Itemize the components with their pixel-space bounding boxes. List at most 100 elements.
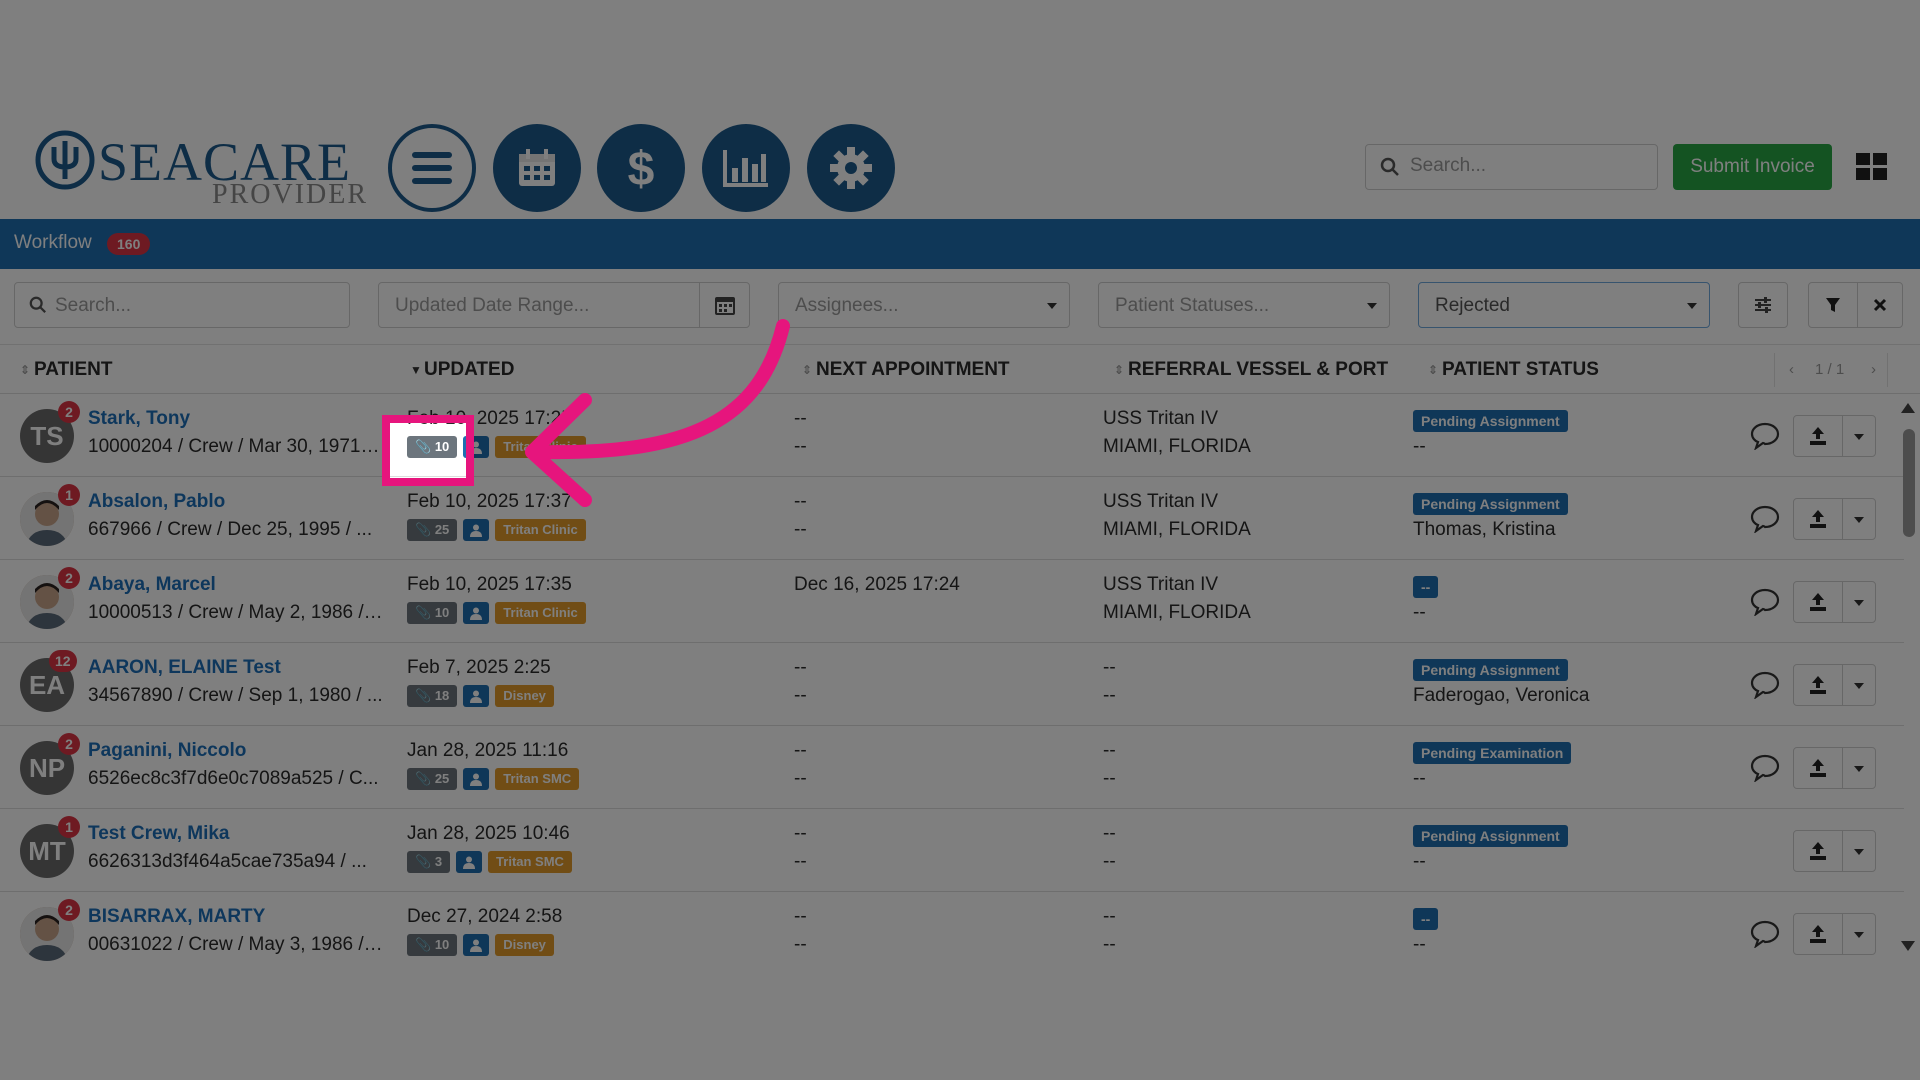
table-row[interactable]: 2 Abaya, Marcel 10000513 / Crew / May 2,… <box>0 560 1904 643</box>
attachments-badge[interactable]: 📎 25 <box>407 768 458 790</box>
prev-page-button[interactable]: ‹ <box>1789 361 1794 378</box>
column-header-updated[interactable]: ▼ UPDATED <box>410 359 514 381</box>
attachments-count: 10 <box>434 605 450 620</box>
chat-bubble-icon[interactable] <box>1750 669 1780 699</box>
table-row[interactable]: 2 BISARRAX, MARTY 00631022 / Crew / May … <box>0 892 1904 962</box>
date-picker-button[interactable] <box>699 282 750 328</box>
upload-button[interactable] <box>1793 415 1843 457</box>
row-actions-dropdown[interactable] <box>1842 747 1876 789</box>
attachments-count: 25 <box>434 522 450 537</box>
row-tags: 📎 18 Disney <box>407 685 554 707</box>
notification-count-badge: 12 <box>49 650 77 672</box>
chat-bubble-icon[interactable] <box>1750 752 1780 782</box>
table-row[interactable]: EA 12 AARON, ELAINE Test 34567890 / Crew… <box>0 643 1904 726</box>
patient-name-link[interactable]: Stark, Tony <box>88 408 190 430</box>
menu-icon <box>412 152 452 184</box>
row-actions-dropdown[interactable] <box>1842 498 1876 540</box>
table-row[interactable]: 1 Absalon, Pablo 667966 / Crew / Dec 25,… <box>0 477 1904 560</box>
table-row[interactable]: NP 2 Paganini, Niccolo 6526ec8c3f7d6e0c7… <box>0 726 1904 809</box>
assignee-badge[interactable] <box>463 934 490 956</box>
assignee-badge[interactable] <box>456 851 483 873</box>
menu-nav-button[interactable] <box>388 124 476 212</box>
patient-name-link[interactable]: Absalon, Pablo <box>88 491 225 513</box>
assignee-badge[interactable] <box>463 519 490 541</box>
table-row[interactable]: MT 1 Test Crew, Mika 6626313d3f464a5cae7… <box>0 809 1904 892</box>
next-appointment-line-2: -- <box>794 851 807 872</box>
attachments-count: 10 <box>434 439 450 454</box>
global-search-input[interactable] <box>1410 155 1640 177</box>
clear-filters-button[interactable] <box>1857 282 1903 328</box>
row-actions-dropdown[interactable] <box>1842 415 1876 457</box>
attachments-badge[interactable]: 📎 18 <box>407 685 458 707</box>
submit-invoice-button[interactable]: Submit Invoice <box>1673 144 1832 190</box>
global-search[interactable] <box>1365 144 1658 190</box>
row-tags: 📎 25 Tritan Clinic <box>407 519 586 541</box>
patient-details: 667966 / Crew / Dec 25, 1995 / ... <box>88 519 373 540</box>
reports-nav-button[interactable] <box>702 124 790 212</box>
table-row[interactable]: TS 2 Stark, Tony 10000204 / Crew / Mar 3… <box>0 394 1904 477</box>
seacare-logo[interactable]: SEACARE PROVIDER <box>34 129 366 211</box>
scroll-down-arrow[interactable] <box>1901 941 1915 951</box>
patient-name-link[interactable]: Paganini, Niccolo <box>88 740 246 762</box>
row-actions-dropdown[interactable] <box>1842 581 1876 623</box>
next-appointment-line-2: -- <box>794 934 807 955</box>
patient-name-link[interactable]: BISARRAX, MARTY <box>88 906 265 928</box>
attachments-badge[interactable]: 📎 10 <box>407 436 458 458</box>
assignee-badge[interactable] <box>463 436 490 458</box>
rejected-select[interactable]: Rejected <box>1418 282 1710 328</box>
assignees-select[interactable]: Assignees... <box>778 282 1070 328</box>
assignee-badge[interactable] <box>463 768 490 790</box>
patient-search-field[interactable]: Search... <box>14 282 350 328</box>
row-tags: 📎 10 Disney <box>407 934 554 956</box>
column-header-vessel-port[interactable]: ⇕ REFERRAL VESSEL & PORT <box>1114 359 1388 381</box>
upload-button[interactable] <box>1793 913 1843 955</box>
next-page-button[interactable]: › <box>1871 361 1876 378</box>
upload-button[interactable] <box>1793 498 1843 540</box>
chat-bubble-icon[interactable] <box>1750 586 1780 616</box>
column-header-patient[interactable]: ⇕ PATIENT <box>20 359 112 381</box>
rejected-value: Rejected <box>1435 295 1510 316</box>
assignee-badge[interactable] <box>463 602 490 624</box>
billing-nav-button[interactable]: $ <box>597 124 685 212</box>
row-actions-dropdown[interactable] <box>1842 830 1876 872</box>
upload-button[interactable] <box>1793 664 1843 706</box>
scroll-up-arrow[interactable] <box>1901 403 1915 413</box>
column-header-next-appointment[interactable]: ⇕ NEXT APPOINTMENT <box>802 359 1010 381</box>
upload-button[interactable] <box>1793 747 1843 789</box>
attachments-badge[interactable]: 📎 10 <box>407 934 458 956</box>
patient-status-badge: Pending Assignment <box>1413 410 1568 432</box>
upload-button[interactable] <box>1793 581 1843 623</box>
chat-bubble-icon[interactable] <box>1750 420 1780 450</box>
assignee-badge[interactable] <box>463 685 490 707</box>
sliders-icon <box>1755 297 1771 313</box>
search-icon <box>1380 157 1399 176</box>
user-icon <box>463 856 476 869</box>
row-actions-dropdown[interactable] <box>1842 913 1876 955</box>
patient-status-badge: Pending Assignment <box>1413 659 1568 681</box>
filter-button[interactable] <box>1808 282 1858 328</box>
upload-button[interactable] <box>1793 830 1843 872</box>
patient-name-link[interactable]: Abaya, Marcel <box>88 574 216 596</box>
date-range-field[interactable]: Updated Date Range... <box>378 282 700 328</box>
apps-grid-icon[interactable] <box>1856 153 1888 181</box>
sort-icon: ⇕ <box>802 362 813 377</box>
row-actions-dropdown[interactable] <box>1842 664 1876 706</box>
upload-icon <box>1810 842 1826 860</box>
column-settings-button[interactable] <box>1738 282 1788 328</box>
chat-bubble-icon[interactable] <box>1750 918 1780 948</box>
date-range-placeholder: Updated Date Range... <box>395 295 590 316</box>
workflow-label[interactable]: Workflow <box>14 232 92 254</box>
clinic-badge: Tritan Clinic <box>495 436 586 458</box>
patient-statuses-select[interactable]: Patient Statuses... <box>1098 282 1390 328</box>
scrollbar-thumb[interactable] <box>1903 429 1915 537</box>
column-header-patient-status[interactable]: ⇕ PATIENT STATUS <box>1428 359 1599 381</box>
attachments-badge[interactable]: 📎 10 <box>407 602 458 624</box>
settings-nav-button[interactable] <box>807 124 895 212</box>
patient-details: 00631022 / Crew / May 3, 1986 / ... <box>88 934 384 955</box>
calendar-nav-button[interactable] <box>493 124 581 212</box>
chat-bubble-icon[interactable] <box>1750 503 1780 533</box>
attachments-badge[interactable]: 📎 3 <box>407 851 451 873</box>
attachments-badge[interactable]: 📎 25 <box>407 519 458 541</box>
patient-name-link[interactable]: AARON, ELAINE Test <box>88 657 281 679</box>
patient-name-link[interactable]: Test Crew, Mika <box>88 823 230 845</box>
